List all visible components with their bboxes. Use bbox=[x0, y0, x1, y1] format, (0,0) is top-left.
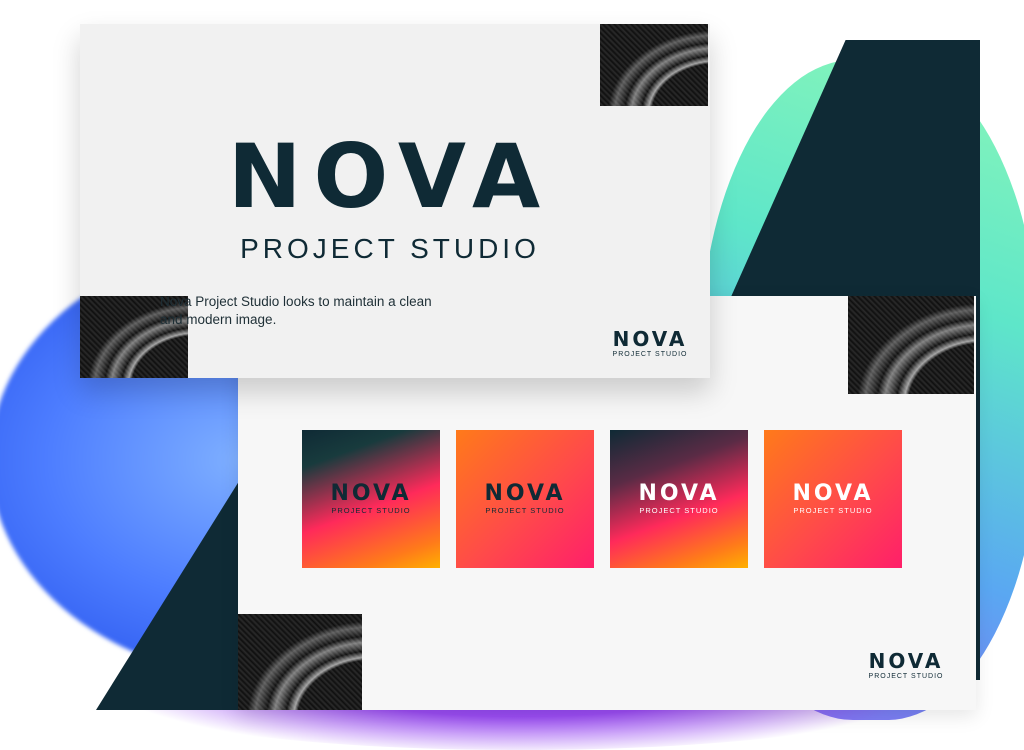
tile-logo-word: NOVA bbox=[330, 481, 412, 506]
main-logo-word: NOVA bbox=[227, 125, 553, 228]
corner-logo-sub: PROJECT STUDIO bbox=[612, 351, 688, 358]
slide-description: Nova Project Studio looks to maintain a … bbox=[160, 294, 432, 327]
corner-logo: NOVA PROJECT STUDIO bbox=[608, 328, 692, 359]
corner-logo-word: NOVA bbox=[868, 649, 944, 673]
main-logo-subtitle: PROJECT STUDIO bbox=[240, 233, 540, 264]
logo-tile: NOVA PROJECT STUDIO bbox=[302, 430, 440, 568]
tile-logo-sub: PROJECT STUDIO bbox=[485, 506, 565, 515]
tile-logo-sub: PROJECT STUDIO bbox=[331, 506, 411, 515]
tile-logo-sub: PROJECT STUDIO bbox=[793, 506, 873, 515]
corner-logo-word: NOVA bbox=[612, 327, 688, 351]
corner-logo: NOVA PROJECT STUDIO bbox=[856, 650, 956, 681]
vinyl-texture-image bbox=[600, 24, 708, 106]
corner-logo-sub: PROJECT STUDIO bbox=[868, 673, 944, 680]
tile-logo-sub: PROJECT STUDIO bbox=[639, 506, 719, 515]
tile-logo-word: NOVA bbox=[484, 481, 566, 506]
logo-tile: NOVA PROJECT STUDIO bbox=[764, 430, 902, 568]
logo-tile: NOVA PROJECT STUDIO bbox=[456, 430, 594, 568]
tile-logo-word: NOVA bbox=[792, 481, 874, 506]
logo-tile: NOVA PROJECT STUDIO bbox=[610, 430, 748, 568]
vinyl-texture-image bbox=[238, 614, 362, 710]
tile-logo-word: NOVA bbox=[638, 481, 720, 506]
vinyl-texture-image bbox=[848, 296, 974, 394]
